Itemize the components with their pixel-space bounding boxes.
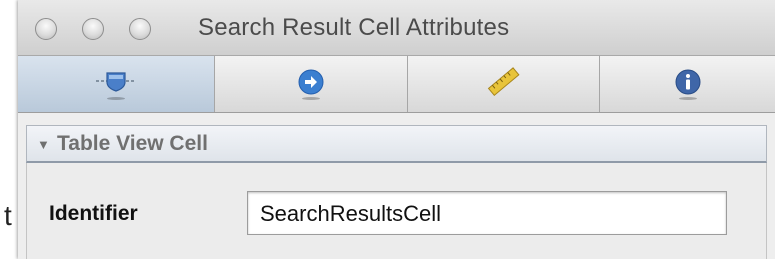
size-ruler-icon <box>484 64 524 105</box>
tab-shadow <box>678 97 697 100</box>
tab-identity[interactable] <box>600 56 775 112</box>
section-title: Table View Cell <box>57 132 208 155</box>
background-text: t <box>4 200 12 231</box>
page-background: t <box>0 0 20 259</box>
identifier-field[interactable]: SearchResultsCell <box>247 191 727 235</box>
object-inspector-icon <box>94 68 138 101</box>
disclosure-triangle-icon[interactable]: ▼ <box>37 137 50 152</box>
minimize-window-button[interactable] <box>82 18 104 40</box>
window-title: Search Result Cell Attributes <box>198 14 510 41</box>
inspector-toolbar <box>18 56 775 113</box>
tab-connections[interactable] <box>215 56 408 112</box>
title-bar[interactable]: Search Result Cell Attributes <box>18 0 775 56</box>
identifier-label: Identifier <box>49 202 138 225</box>
tab-shadow <box>302 97 320 100</box>
close-window-button[interactable] <box>35 18 57 40</box>
section-content: Identifier SearchResultsCell <box>26 163 767 259</box>
tab-size[interactable] <box>408 56 600 112</box>
tab-shadow <box>107 97 125 100</box>
inspector-window: Search Result Cell Attributes ▼ Table Vi… <box>18 0 775 259</box>
zoom-window-button[interactable] <box>129 18 151 40</box>
section-header-table-view-cell[interactable]: ▼ Table View Cell <box>26 125 767 163</box>
tab-attributes[interactable] <box>18 56 215 112</box>
